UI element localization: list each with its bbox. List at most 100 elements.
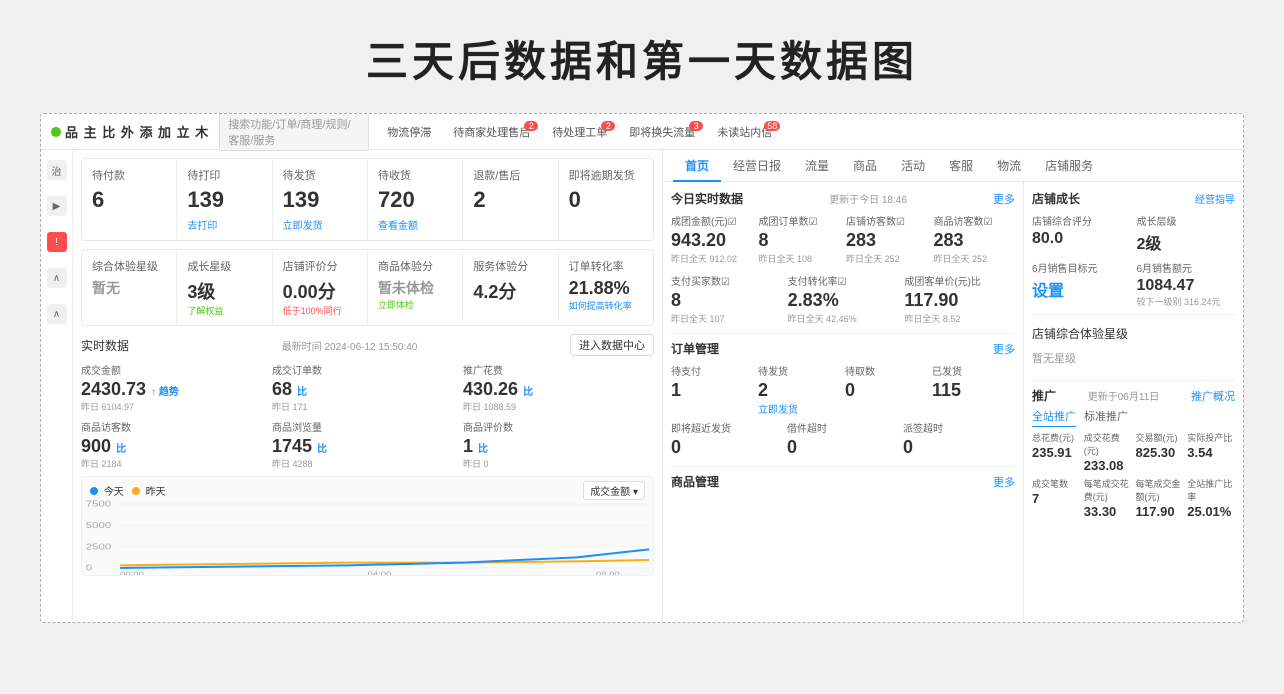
- score-sub-goods[interactable]: 立即体检: [378, 298, 452, 311]
- realtime-title: 实时数据: [81, 337, 129, 354]
- stat-overdue: 即将逾期发货 0: [559, 159, 653, 240]
- growth-label-score: 店铺综合评分: [1032, 213, 1131, 228]
- promo-label-roi: 实际投产比: [1187, 431, 1235, 444]
- growth-value-sales: 1084.47: [1137, 277, 1236, 295]
- store-growth-link[interactable]: 经营指导: [1195, 191, 1235, 206]
- order-link[interactable]: 更多: [993, 341, 1015, 357]
- order-grid: 待支付 1 待发货 2 立即发货 待取数 0: [671, 363, 1015, 416]
- tab-traffic[interactable]: 流量: [793, 150, 841, 182]
- rt-trend-views[interactable]: 比: [317, 444, 327, 455]
- growth-label-sales: 6月销售额元: [1137, 260, 1236, 275]
- goods-title: 商品管理: [671, 473, 719, 490]
- right-content: 今日实时数据 更新于今日 18:46 更多 成团金额(元)☑ 943.20 昨日…: [663, 182, 1243, 622]
- score-overall: 综合体验星级 暂无: [82, 250, 177, 325]
- stat-label-waitprint: 待打印: [187, 167, 261, 183]
- score-row: 综合体验星级 暂无 成长星级 3级 了解权益 店铺评价分 0.00分 低于100…: [81, 249, 654, 326]
- logo-text: 品 主 比 外 添 加 立 木: [65, 122, 209, 141]
- nav-item-logistics[interactable]: 物流停滞: [377, 120, 441, 144]
- promo-label-rate: 全站推广比率: [1187, 477, 1235, 503]
- search-bar[interactable]: 搜索功能/订单/商理/规则/客服/服务: [219, 113, 369, 151]
- growth-value-target[interactable]: 设置: [1032, 277, 1131, 301]
- today-metrics2: 支付买家数☑ 8 昨日全天 107 支付转化率☑ 2.83% 昨日全天 42.4…: [671, 273, 1015, 325]
- badge-traffic: 3: [689, 121, 703, 131]
- rt-sub-views: 昨日 4288: [272, 457, 463, 470]
- promo-label-total-cost: 总花费(元): [1032, 431, 1080, 444]
- sidebar-icon-5[interactable]: ∧: [47, 304, 67, 324]
- order-section: 订单管理 更多 待支付 1 待发货 2 立即发货: [671, 340, 1015, 458]
- rt-label-amount: 成交金额: [81, 362, 272, 377]
- stat-link-waitship[interactable]: 立即发货: [283, 217, 357, 232]
- promo-link[interactable]: 推广概况: [1191, 388, 1235, 404]
- divider-4: [1032, 380, 1235, 381]
- rt-trend-amount[interactable]: ↑ 趋势: [151, 387, 179, 398]
- today-metrics: 成团金额(元)☑ 943.20 昨日全天 912.02 成团订单数☑ 8 昨日全…: [671, 213, 1015, 265]
- svg-text:2500: 2500: [86, 543, 112, 552]
- growth-label-level: 成长层级: [1137, 213, 1236, 228]
- score-sub-conversion[interactable]: 如何提高转化率: [569, 299, 643, 312]
- score-label-conversion: 订单转化率: [569, 258, 643, 274]
- metric-value-pay-conversion: 2.83%: [788, 290, 899, 311]
- tab-logistics[interactable]: 物流: [985, 150, 1033, 182]
- sidebar-icon-1[interactable]: 治: [47, 160, 67, 180]
- promo-tab-standard[interactable]: 标准推广: [1084, 408, 1128, 427]
- score-value-goods: 暂未体检: [378, 278, 452, 298]
- stat-link-waitprint[interactable]: 去打印: [187, 217, 261, 232]
- score-goods: 商品体验分 暂未体检 立即体检: [368, 250, 463, 325]
- goods-link[interactable]: 更多: [993, 474, 1015, 490]
- sidebar-icon-3[interactable]: !: [47, 232, 67, 252]
- stat-value-waitship: 139: [283, 187, 357, 213]
- svg-text:08:00: 08:00: [596, 570, 620, 576]
- rt-item-orders: 成交订单数 68 比 昨日 171: [272, 362, 463, 413]
- metric-label-pay-conversion: 支付转化率☑: [788, 273, 899, 288]
- promo-value-roi: 3.54: [1187, 445, 1235, 460]
- rt-trend-orders[interactable]: 比: [297, 387, 307, 398]
- metric-chengtuan-amount: 成团金额(元)☑ 943.20 昨日全天 912.02: [671, 213, 753, 265]
- growth-value-level: 2级: [1137, 230, 1236, 254]
- promo-total-cost: 总花费(元) 235.91: [1032, 431, 1080, 473]
- promo-label-trade-amount: 交易额(元): [1136, 431, 1184, 444]
- badge-workorder: 2: [601, 121, 615, 131]
- enter-data-center-button[interactable]: 进入数据中心: [570, 334, 654, 356]
- sidebar-icon-4[interactable]: ∧: [47, 268, 67, 288]
- order-link-waitship[interactable]: 立即发货: [758, 401, 841, 416]
- order-sign-timeout: 派签超时 0: [903, 420, 1015, 458]
- divider-2: [671, 466, 1015, 467]
- stat-waitship: 待发货 139 立即发货: [273, 159, 368, 240]
- nav-item-workorder[interactable]: 待处理工单 2: [542, 120, 617, 144]
- metric-value-chengtuan: 943.20: [671, 230, 753, 251]
- promo-tab-all[interactable]: 全站推广: [1032, 408, 1076, 427]
- chart-area: 今天 昨天 成交金额 ▾ 7500 5000 2500: [81, 476, 654, 576]
- nav-item-traffic[interactable]: 即将换失流量 3: [619, 120, 705, 144]
- score-value-service: 4.2分: [473, 278, 547, 304]
- tab-activity[interactable]: 活动: [889, 150, 937, 182]
- content-area: 治 ▶ ! ∧ ∧ 待付款 6 待打印 139 去打印 待发货: [41, 150, 1243, 622]
- rt-trend-visitors[interactable]: 比: [116, 444, 126, 455]
- tab-shop-service[interactable]: 店铺服务: [1033, 150, 1105, 182]
- stat-link-waitreceive[interactable]: 查看金额: [378, 217, 452, 232]
- order-value-sign-timeout: 0: [903, 437, 1015, 458]
- rt-sub-amount: 昨日 6104.97: [81, 400, 272, 413]
- metric-label-pay-buyers: 支付买家数☑: [671, 273, 782, 288]
- tab-service[interactable]: 客服: [937, 150, 985, 182]
- rt-trend-reviews[interactable]: 比: [478, 444, 488, 455]
- chart-select[interactable]: 成交金额 ▾: [583, 481, 645, 500]
- promo-amount-per-transaction: 每笔成交金额(元) 117.90: [1136, 477, 1184, 519]
- nav-item-message[interactable]: 未读站内信 58: [707, 120, 782, 144]
- promo-metrics2: 成交笔数 7 每笔成交花费(元) 33.30 每笔成交金额(元) 117.90: [1032, 477, 1235, 519]
- metric-label-goods-visitors: 商品访客数☑: [934, 213, 1016, 228]
- tab-daily[interactable]: 经营日报: [721, 150, 793, 182]
- metric-label-avg-order: 成团客单价(元)比: [904, 273, 1015, 288]
- rt-value-views: 1745 比: [272, 436, 463, 457]
- rt-trend-promo[interactable]: 比: [523, 387, 533, 398]
- tab-goods[interactable]: 商品: [841, 150, 889, 182]
- today-data-link[interactable]: 更多: [993, 191, 1015, 207]
- stat-value-overdue: 0: [569, 187, 643, 213]
- promo-metrics: 总花费(元) 235.91 成交花费(元) 233.08 交易额(元) 825.…: [1032, 431, 1235, 473]
- metric-value-avg-order: 117.90: [904, 290, 1015, 311]
- sidebar-icon-2[interactable]: ▶: [47, 196, 67, 216]
- tab-home[interactable]: 首页: [673, 150, 721, 182]
- rt-label-reviews: 商品评价数: [463, 419, 654, 434]
- nav-item-aftersale[interactable]: 待商家处理售后 2: [443, 120, 540, 144]
- today-data-title: 今日实时数据: [671, 190, 743, 207]
- score-sub-growth[interactable]: 了解权益: [187, 304, 261, 317]
